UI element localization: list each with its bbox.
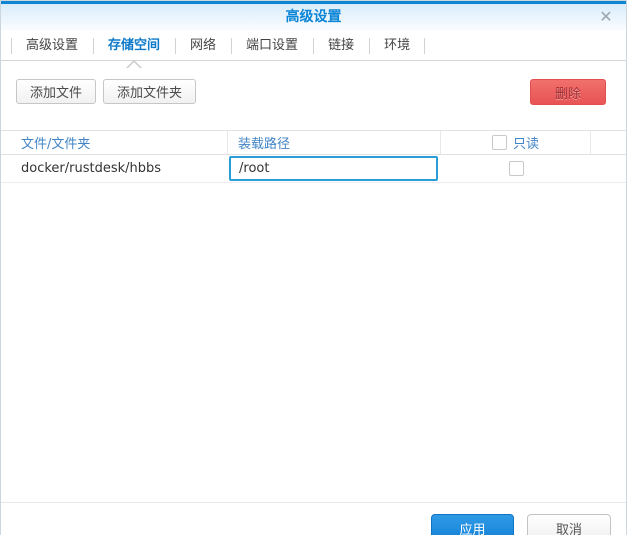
file-folder-cell: docker/rustdesk/hbbs — [21, 161, 162, 176]
add-folder-button[interactable]: 添加文件夹 — [103, 79, 197, 104]
tab-label: 高级设置 — [26, 38, 79, 53]
tab-advanced-settings[interactable]: 高级设置 — [11, 31, 93, 60]
add-file-button[interactable]: 添加文件 — [16, 79, 97, 104]
read-only-header-label: 只读 — [512, 137, 539, 152]
tab-links[interactable]: 链接 — [313, 31, 369, 60]
table-row[interactable]: docker/rustdesk/hbbs — [1, 155, 626, 183]
storage-toolbar: 添加文件 添加文件夹 删除 — [1, 61, 626, 117]
read-only-row-checkbox[interactable] — [508, 161, 524, 176]
delete-button[interactable]: 删除 — [529, 79, 606, 105]
tab-environment[interactable]: 环境 — [369, 31, 426, 60]
tab-label: 存储空间 — [108, 38, 161, 53]
mount-table-header: 文件/文件夹 装载路径 只读 — [1, 130, 626, 155]
cancel-button[interactable]: 取消 — [527, 514, 611, 535]
dialog-titlebar: 高级设置 ✕ — [1, 1, 626, 31]
apply-button[interactable]: 应用 — [431, 514, 514, 535]
active-tab-notch — [127, 62, 142, 69]
tab-label: 网络 — [190, 38, 217, 53]
dialog-title: 高级设置 — [285, 9, 342, 25]
tab-storage-space[interactable]: 存储空间 — [93, 31, 175, 69]
column-header-read-only: 只读 — [441, 131, 591, 154]
tab-label: 环境 — [384, 38, 411, 53]
settings-tabbar: 高级设置 存储空间 网络 端口设置 链接 环境 — [1, 31, 626, 69]
tab-network[interactable]: 网络 — [175, 31, 231, 60]
tab-port-settings[interactable]: 端口设置 — [231, 31, 313, 60]
tab-label: 链接 — [328, 38, 355, 53]
read-only-cell — [441, 161, 591, 176]
close-icon[interactable]: ✕ — [596, 6, 616, 28]
mount-table: 文件/文件夹 装载路径 只读 docker/rustdesk/hbbs — [1, 130, 626, 183]
advanced-settings-dialog: 高级设置 ✕ 高级设置 存储空间 网络 端口设置 链接 环境 添加文件 添加文件… — [0, 0, 627, 535]
mount-path-input[interactable] — [229, 156, 438, 181]
column-header-file-folder: 文件/文件夹 — [1, 131, 228, 154]
column-header-mount-path: 装载路径 — [228, 131, 441, 154]
tab-label: 端口设置 — [246, 38, 299, 53]
read-only-select-all-checkbox[interactable] — [491, 135, 507, 150]
dialog-footer: 应用 取消 — [1, 502, 626, 535]
